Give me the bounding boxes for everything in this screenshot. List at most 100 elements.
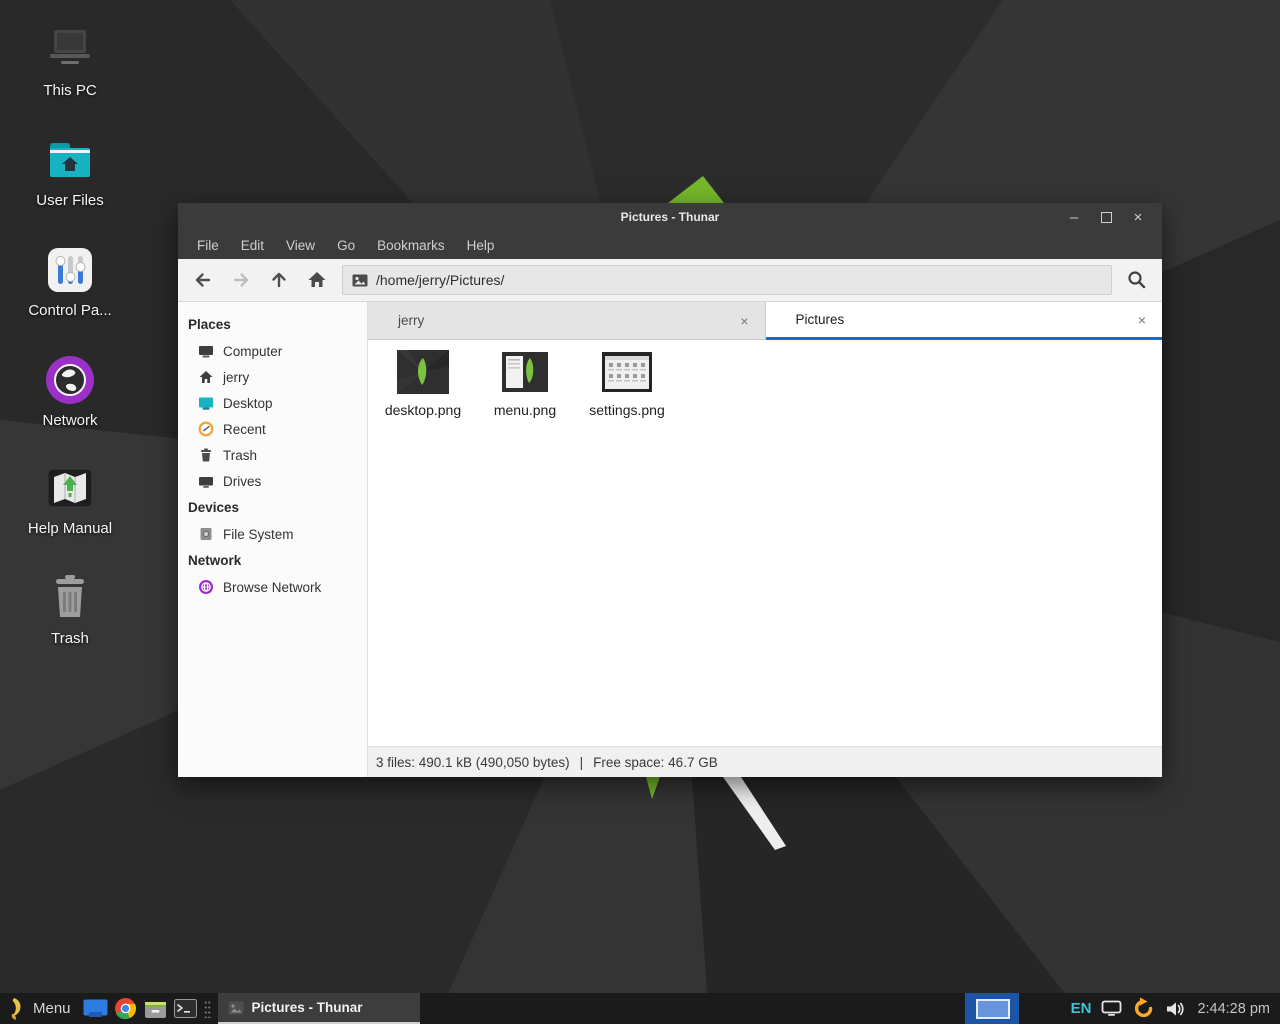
back-button[interactable]: [184, 263, 222, 297]
desktop-icon-trash[interactable]: Trash: [10, 572, 130, 647]
volume-icon[interactable]: [1165, 1000, 1185, 1018]
desktop-icon-label: Network: [10, 412, 130, 429]
control-panel-icon: [10, 244, 130, 296]
menu-view[interactable]: View: [275, 238, 326, 253]
taskbar-clock[interactable]: 2:44:28 pm: [1195, 1001, 1270, 1017]
keyboard-layout-indicator[interactable]: EN: [1071, 1000, 1092, 1017]
menu-go[interactable]: Go: [326, 238, 366, 253]
maximize-icon: [1101, 212, 1112, 223]
home-icon: [198, 369, 214, 385]
menu-file[interactable]: File: [186, 238, 230, 253]
applications-menu-button[interactable]: Menu: [0, 993, 81, 1024]
sidebar-item-desktop[interactable]: Desktop: [178, 390, 367, 416]
forward-button[interactable]: [222, 263, 260, 297]
network-globe-icon: [10, 354, 130, 406]
image-location-icon: [352, 274, 368, 287]
menu-edit[interactable]: Edit: [230, 238, 275, 253]
sidebar-section-network: Network: [178, 547, 367, 574]
desktop-icon-label: Trash: [10, 630, 130, 647]
image-thumbnail: [397, 348, 449, 396]
desktop-icon-this-pc[interactable]: This PC: [10, 24, 130, 99]
desktop-icon-network[interactable]: Network: [10, 354, 130, 429]
desktop-icon-label: This PC: [10, 82, 130, 99]
tab-label: Pictures: [766, 312, 845, 327]
close-button[interactable]: ×: [1122, 203, 1154, 231]
sidebar-item-computer[interactable]: Computer: [178, 338, 367, 364]
tab-jerry[interactable]: jerry ×: [368, 302, 766, 340]
path-bar[interactable]: /home/jerry/Pictures/: [342, 265, 1112, 295]
sidebar-item-recent[interactable]: Recent: [178, 416, 367, 442]
arrow-left-icon: [192, 269, 214, 291]
minimize-icon: –: [1070, 209, 1078, 226]
file-name: menu.png: [494, 402, 556, 418]
show-desktop-launcher[interactable]: [81, 993, 111, 1024]
desktop-icon-label: Help Manual: [10, 520, 130, 537]
pc-icon: [10, 24, 130, 76]
image-thumbnail: [602, 348, 652, 396]
folder-home-icon: [10, 134, 130, 186]
browse-network-icon: [198, 579, 214, 595]
sidebar-item-label: File System: [223, 527, 294, 542]
active-workspace-window: [976, 999, 1010, 1019]
menu-bookmarks[interactable]: Bookmarks: [366, 238, 456, 253]
terminal-launcher[interactable]: [171, 993, 201, 1024]
file-item-settings-png[interactable]: settings.png: [582, 348, 672, 418]
search-button[interactable]: [1118, 263, 1156, 297]
window-title: Pictures - Thunar: [178, 210, 1162, 224]
computer-icon: [198, 343, 214, 359]
taskbar-window-button[interactable]: Pictures - Thunar: [218, 993, 420, 1024]
menu-button-label: Menu: [33, 1000, 71, 1017]
system-tray: EN 2:44:28 pm: [1019, 997, 1280, 1020]
path-text: /home/jerry/Pictures/: [376, 272, 504, 288]
toolbar: /home/jerry/Pictures/: [178, 259, 1162, 302]
desktop-icon: [198, 395, 214, 411]
show-desktop-icon: [83, 999, 108, 1018]
sidebar-item-file-system[interactable]: File System: [178, 521, 367, 547]
workspace-switcher[interactable]: [965, 993, 1019, 1024]
sidebar-item-label: Drives: [223, 474, 261, 489]
sidebar-item-label: Computer: [223, 344, 282, 359]
desktop-icon-user-files[interactable]: User Files: [10, 134, 130, 209]
up-button[interactable]: [260, 263, 298, 297]
menu-help[interactable]: Help: [456, 238, 506, 253]
panel-grip-handle[interactable]: [204, 1000, 211, 1018]
file-name: settings.png: [589, 402, 665, 418]
drives-icon: [198, 473, 214, 489]
desktop-icon-help-manual[interactable]: Help Manual: [10, 462, 130, 537]
chrome-launcher[interactable]: [111, 993, 141, 1024]
search-icon: [1126, 269, 1148, 291]
status-free-space: Free space: 46.7 GB: [593, 755, 718, 770]
image-thumbnail: [502, 348, 548, 396]
file-item-menu-png[interactable]: menu.png: [480, 348, 570, 418]
sidebar-item-jerry[interactable]: jerry: [178, 364, 367, 390]
arrow-up-icon: [268, 269, 290, 291]
trash-icon: [198, 447, 214, 463]
status-bar: 3 files: 490.1 kB (490,050 bytes) | Free…: [368, 746, 1162, 777]
sidebar-item-drives[interactable]: Drives: [178, 468, 367, 494]
home-button[interactable]: [298, 263, 336, 297]
update-notifier-icon[interactable]: [1132, 997, 1155, 1020]
arrow-right-icon: [230, 269, 252, 291]
minimize-button[interactable]: –: [1058, 203, 1090, 231]
sidebar-item-label: Browse Network: [223, 580, 321, 595]
terminal-icon: [174, 999, 197, 1018]
trash-icon: [10, 572, 130, 624]
maximize-button[interactable]: [1090, 203, 1122, 231]
desktop-icon-control-panel[interactable]: Control Pa...: [10, 244, 130, 319]
display-settings-icon[interactable]: [1101, 1000, 1122, 1017]
taskbar: Menu: [0, 993, 1280, 1024]
tab-close-button[interactable]: ×: [1122, 312, 1162, 328]
tab-close-button[interactable]: ×: [724, 313, 764, 329]
sidebar-item-trash[interactable]: Trash: [178, 442, 367, 468]
status-separator: |: [580, 755, 584, 770]
tab-pictures[interactable]: Pictures ×: [766, 302, 1163, 340]
menubar: File Edit View Go Bookmarks Help: [178, 231, 1162, 259]
sidebar-item-browse-network[interactable]: Browse Network: [178, 574, 367, 600]
file-manager-launcher[interactable]: [141, 993, 171, 1024]
desktop-icon-label: Control Pa...: [10, 302, 130, 319]
window-titlebar[interactable]: Pictures - Thunar – ×: [178, 203, 1162, 231]
desktop-icon-label: User Files: [10, 192, 130, 209]
file-item-desktop-png[interactable]: desktop.png: [378, 348, 468, 418]
status-files-summary: 3 files: 490.1 kB (490,050 bytes): [376, 755, 570, 770]
sidebar-section-places: Places: [178, 311, 367, 338]
